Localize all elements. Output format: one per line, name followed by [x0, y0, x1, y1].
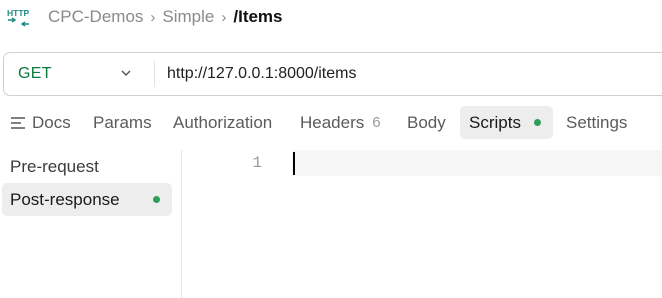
tab-docs-label: Docs: [32, 112, 71, 132]
sidebar-item-pre-request[interactable]: Pre-request: [2, 150, 172, 183]
tab-headers[interactable]: Headers 6: [300, 106, 381, 139]
breadcrumb-collection[interactable]: CPC-Demos: [48, 7, 143, 27]
url-input[interactable]: [167, 53, 647, 95]
tab-params[interactable]: Params: [93, 106, 152, 139]
script-editor[interactable]: 1: [182, 150, 662, 298]
headers-count-badge: 6: [372, 114, 381, 131]
scripts-sidebar: Pre-request Post-response: [0, 148, 180, 298]
tab-docs[interactable]: Docs: [10, 106, 71, 139]
breadcrumb-request[interactable]: /Items: [233, 7, 282, 27]
breadcrumb-trail: CPC-Demos › Simple › /Items: [48, 7, 283, 27]
chevron-down-icon: [121, 70, 131, 77]
sidebar-item-post-response[interactable]: Post-response: [2, 183, 172, 216]
breadcrumb: HTTP CPC-Demos › Simple › /Items: [0, 0, 662, 34]
sidebar-item-label: Post-response: [10, 189, 120, 209]
breadcrumb-folder[interactable]: Simple: [162, 7, 214, 27]
tab-body-label: Body: [407, 112, 446, 132]
chevron-right-icon: ›: [221, 8, 227, 26]
line-number: 1: [252, 154, 262, 172]
chevron-right-icon: ›: [150, 8, 156, 26]
active-line-highlight: [292, 150, 662, 176]
tab-authorization-label: Authorization: [173, 112, 273, 132]
http-icon: HTTP: [7, 8, 30, 27]
post-response-indicator-dot: [153, 196, 160, 203]
docs-icon: [11, 116, 25, 129]
editor-line: 1: [182, 150, 662, 176]
tab-settings-label: Settings: [566, 112, 628, 132]
method-label: GET: [18, 65, 52, 82]
method-selector[interactable]: GET: [4, 53, 154, 95]
sidebar-item-label: Pre-request: [10, 156, 99, 176]
request-tabs: Docs Params Authorization Headers 6 Body…: [0, 106, 662, 140]
text-cursor: [293, 152, 295, 175]
scripts-indicator-dot: [533, 119, 541, 126]
tab-headers-label: Headers: [300, 112, 365, 132]
tab-settings[interactable]: Settings: [566, 106, 627, 139]
method-divider: [154, 61, 155, 87]
tab-scripts-label: Scripts: [469, 112, 521, 132]
tab-body[interactable]: Body: [407, 106, 446, 139]
request-url-bar: GET: [3, 52, 662, 96]
tab-params-label: Params: [93, 112, 152, 132]
tab-scripts[interactable]: Scripts: [460, 106, 553, 139]
tab-authorization[interactable]: Authorization: [173, 106, 272, 139]
svg-text:HTTP: HTTP: [7, 8, 30, 18]
